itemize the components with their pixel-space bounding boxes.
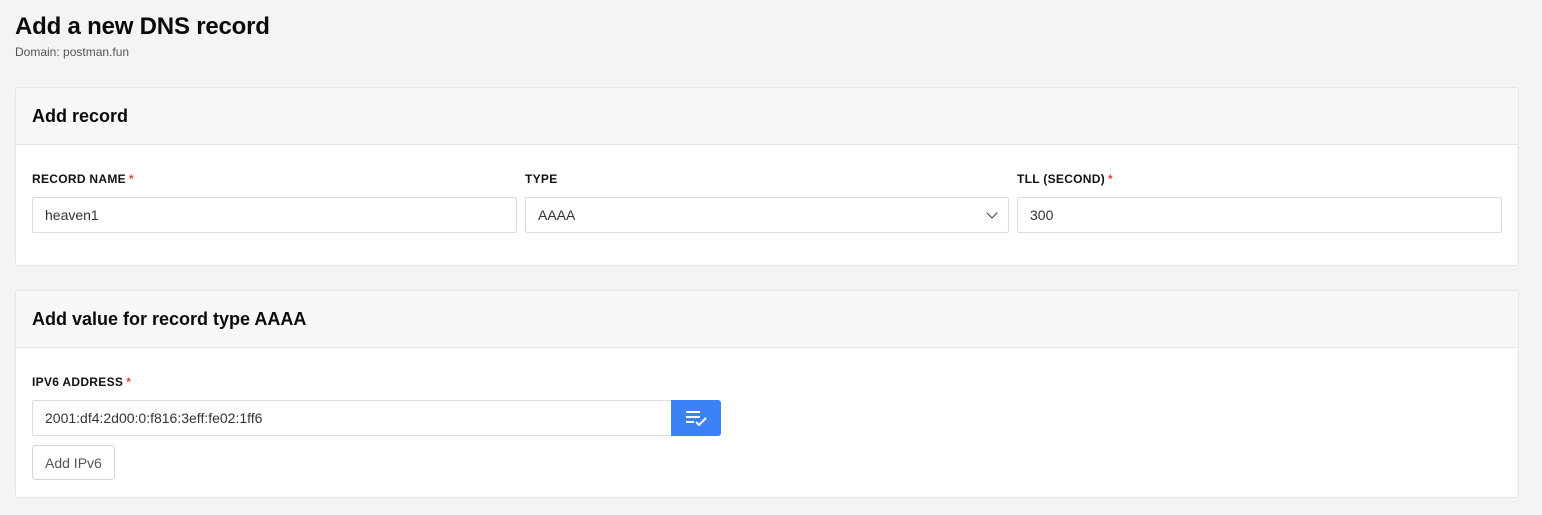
playlist-check-icon [686,411,707,427]
ipv6-address-value: 2001:df4:2d00:0:f816:3eff:fe02:1ff6 [45,410,263,426]
add-value-card-header: Add value for record type AAAA [16,291,1518,348]
type-value: AAAA [538,207,576,223]
ipv6-label: IPV6 ADDRESS * [32,375,131,389]
add-ipv6-button[interactable]: Add IPv6 [32,445,115,480]
chevron-down-icon [986,207,998,219]
domain-subtitle: Domain: postman.fun [15,45,130,59]
ttl-label: TLL (SECOND) * [1017,172,1113,186]
record-name-label-text: RECORD NAME [32,172,126,186]
add-record-card-title: Add record [32,105,129,126]
add-record-card: Add record RECORD NAME * heaven1 TYPE AAA… [15,87,1519,266]
required-mark: * [1108,172,1114,186]
add-value-card: Add value for record type AAAA IPV6 ADDR… [15,290,1519,498]
type-label: TYPE [525,172,558,186]
required-mark: * [128,172,134,186]
page: Add a new DNS record Domain: postman.fun… [0,0,1542,515]
record-name-field: RECORD NAME * [32,172,134,186]
type-field: TYPE [525,172,558,186]
record-name-label: RECORD NAME * [32,172,134,186]
record-name-input[interactable]: heaven1 [32,197,517,233]
ttl-value: 300 [1030,207,1054,223]
ttl-field: TLL (SECOND) * [1017,172,1113,186]
ttl-label-text: TLL (SECOND) [1017,172,1106,186]
add-value-card-title: Add value for record type AAAA [32,308,307,329]
required-mark: * [126,375,132,389]
record-name-value: heaven1 [45,207,99,223]
ttl-input[interactable]: 300 [1017,197,1502,233]
page-header: Add a new DNS record Domain: postman.fun [15,12,270,60]
ipv6-label-text: IPV6 ADDRESS [32,375,124,389]
ipv6-address-input[interactable]: 2001:df4:2d00:0:f816:3eff:fe02:1ff6 [32,400,672,436]
page-title: Add a new DNS record [15,13,270,40]
ipv6-validate-button[interactable] [671,400,721,436]
add-record-card-header: Add record [16,88,1518,145]
type-select[interactable]: AAAA [525,197,1009,233]
ipv6-field: IPV6 ADDRESS * [32,375,131,389]
